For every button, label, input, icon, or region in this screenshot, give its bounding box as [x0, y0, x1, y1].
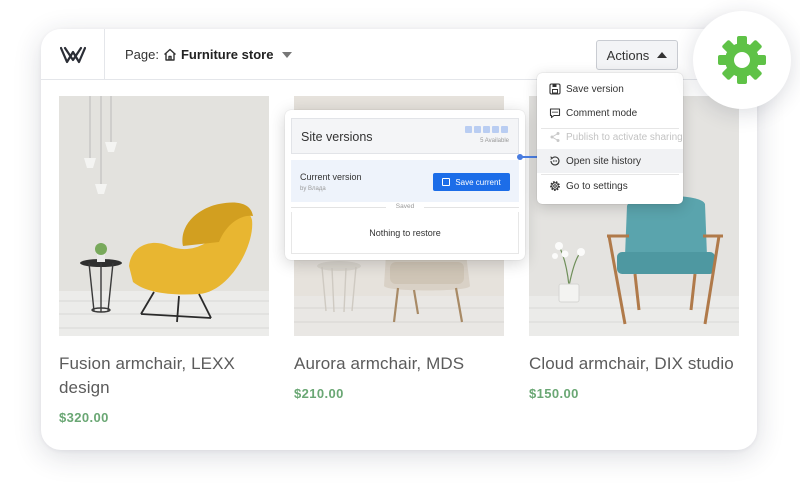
- saved-divider: Saved: [291, 203, 519, 210]
- empty-state-text: Nothing to restore: [291, 212, 519, 254]
- logo[interactable]: [41, 29, 105, 80]
- current-version-label: Current version: [300, 172, 362, 182]
- menu-item-label: Open site history: [566, 155, 642, 167]
- screen: Page: Furniture store Actions Fusion arm…: [0, 0, 800, 484]
- current-version-row: Current version by Влада Save current: [291, 160, 519, 202]
- armchair-yellow-image: [59, 96, 269, 336]
- site-versions-header: Site versions 5 Available: [291, 118, 519, 154]
- save-icon: [442, 178, 451, 186]
- product-price: $210.00: [294, 386, 344, 401]
- chevron-down-icon: [282, 51, 293, 58]
- page-prefix: Page:: [125, 47, 159, 62]
- site-versions-panel: Site versions 5 Available Current versio…: [285, 110, 525, 260]
- share-icon: [550, 132, 560, 142]
- gear-icon: [718, 36, 766, 84]
- product-name[interactable]: Cloud armchair, DIX studio: [529, 352, 739, 376]
- product-name[interactable]: Aurora armchair, MDS: [294, 352, 504, 376]
- current-version-author: by Влада: [300, 186, 326, 192]
- logo-icon: [59, 46, 86, 63]
- chevron-up-icon: [657, 52, 668, 58]
- comment-icon: [549, 108, 561, 119]
- menu-item-save-version[interactable]: Save version: [537, 77, 683, 101]
- menu-item-label: Comment mode: [566, 107, 638, 119]
- page-selector[interactable]: Page: Furniture store: [125, 47, 293, 62]
- page-name: Furniture store: [180, 47, 274, 62]
- menu-item-go-settings[interactable]: Go to settings: [537, 174, 683, 198]
- menu-item-label: Publish to activate sharing: [566, 131, 683, 143]
- save-icon: [549, 83, 561, 95]
- menu-item-label: Save version: [566, 83, 624, 95]
- actions-button[interactable]: Actions: [596, 40, 678, 70]
- save-current-label: Save current: [455, 177, 501, 187]
- menu-item-comment-mode[interactable]: Comment mode: [537, 101, 683, 125]
- product-price: $150.00: [529, 386, 579, 401]
- menu-item-label: Go to settings: [566, 180, 628, 192]
- save-current-button[interactable]: Save current: [433, 173, 510, 191]
- home-icon: [164, 48, 176, 61]
- versions-available-count: 5 Available: [480, 138, 509, 144]
- product-price: $320.00: [59, 410, 109, 425]
- actions-menu: Save version Comment mode Publish to act…: [537, 73, 683, 204]
- actions-label: Actions: [606, 47, 650, 63]
- gear-icon: [550, 181, 560, 191]
- product-image[interactable]: [59, 96, 269, 336]
- site-versions-title: Site versions: [301, 130, 373, 144]
- product-card[interactable]: Fusion armchair, LEXX design $320.00: [59, 96, 269, 425]
- product-name[interactable]: Fusion armchair, LEXX design: [59, 352, 269, 400]
- versions-slots-indicator: [465, 126, 508, 133]
- menu-item-publish-sharing: Publish to activate sharing: [537, 125, 683, 149]
- history-icon: [550, 156, 560, 166]
- settings-badge[interactable]: [693, 11, 791, 109]
- menu-item-open-history[interactable]: Open site history: [537, 149, 683, 173]
